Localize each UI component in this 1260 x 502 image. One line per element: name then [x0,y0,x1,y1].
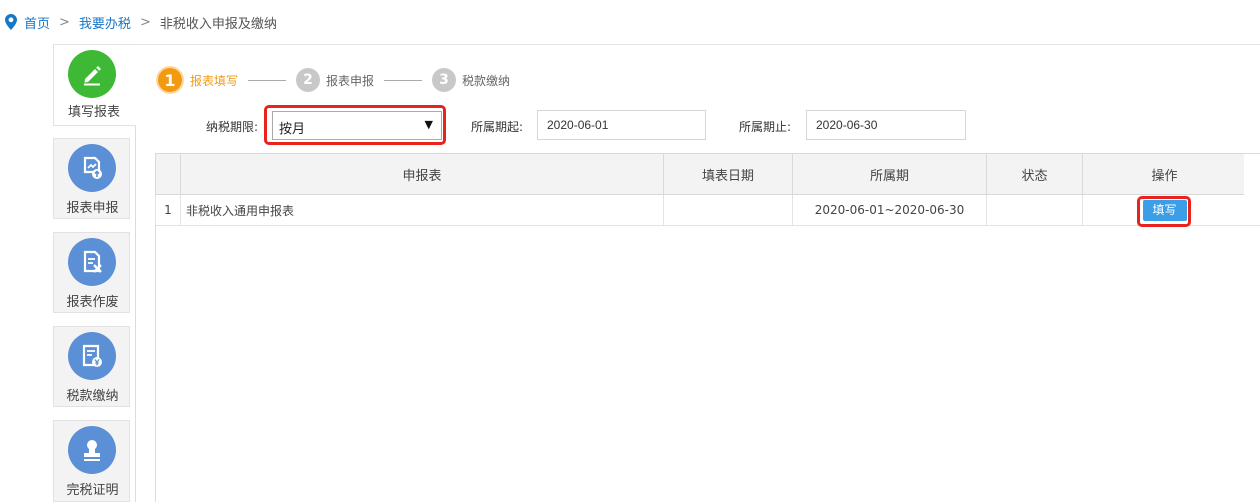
breadcrumb-current: 非税收入申报及缴纳 [159,16,277,32]
location-pin-icon [5,14,17,30]
fill-report-button[interactable]: 填写 [1142,199,1187,221]
sidebar-item-tax-certificate[interactable]: 完税证明 [53,420,130,502]
tax-payment-icon [68,332,116,380]
tax-period-value: 按月 [279,122,306,137]
step-number: 1 [156,66,184,94]
sidebar-item-label: 完税证明 [66,483,119,498]
dropdown-arrow-icon: ▼ [424,118,433,131]
step-label: 报表填写 [190,73,239,88]
report-upload-icon [68,144,116,192]
tax-period-label: 纳税期限: [206,120,259,134]
row-fill-date [663,194,793,226]
sidebar-item-report-submit[interactable]: 报表申报 [53,138,130,219]
sidebar-item-label: 税款缴纳 [66,389,119,404]
content-left-border [135,125,136,502]
content-top-border [136,44,1260,45]
sidebar-item-report-void[interactable]: 报表作废 [53,232,130,313]
step-report-submit: 2 报表申报 [296,68,374,92]
column-header-report: 申报表 [180,153,664,195]
breadcrumb-section-link[interactable]: 我要办税 [79,13,131,32]
period-end-input[interactable] [806,110,966,140]
step-number: 2 [296,68,321,92]
sidebar-item-label: 填写报表 [67,105,120,120]
table-right-edge [1244,153,1260,226]
sidebar-item-tax-payment[interactable]: 税款缴纳 [53,326,130,407]
row-report-name: 非税收入通用申报表 [180,194,664,226]
report-table: 申报表 填表日期 所属期 状态 操作 1 非税收入通用申报表 2020-06-0… [155,153,1247,226]
column-header-fill-date: 填表日期 [663,153,793,195]
period-start-input[interactable] [537,110,706,140]
report-void-icon [68,238,116,286]
step-tax-payment: 3 税款缴纳 [432,68,510,92]
sidebar-item-fill-report[interactable]: 填写报表 [53,44,136,126]
step-fill-report: 1 报表填写 [156,66,238,94]
column-header-action: 操作 [1082,153,1247,195]
stamp-icon [68,426,116,474]
tax-period-select[interactable]: 按月 ▼ [272,111,442,140]
row-status [986,194,1083,226]
period-end-label: 所属期止: [739,120,792,134]
row-period: 2020-06-01~2020-06-30 [792,194,987,226]
column-header-status: 状态 [986,153,1083,195]
step-connector [384,79,423,81]
row-action-cell: 填写 [1082,194,1247,226]
table-header-row: 申报表 填表日期 所属期 状态 操作 [155,153,1247,195]
row-index: 1 [155,194,181,226]
step-label: 税款缴纳 [462,73,511,88]
column-header-period: 所属期 [792,153,987,195]
table-row: 1 非税收入通用申报表 2020-06-01~2020-06-30 填写 [155,194,1247,226]
breadcrumb-home-link[interactable]: 首页 [24,13,50,32]
period-start-label: 所属期起: [471,120,524,134]
step-number: 3 [432,68,457,92]
edit-icon [68,50,116,98]
sidebar-item-label: 报表作废 [66,295,119,310]
step-label: 报表申报 [326,73,375,88]
column-header-index [155,153,181,195]
breadcrumb: 首页 > 我要办税 > 非税收入申报及缴纳 [5,13,277,32]
progress-steps: 1 报表填写 2 报表申报 3 税款缴纳 [156,66,510,94]
breadcrumb-separator: > [59,14,70,30]
content-area-border [155,225,156,502]
step-connector [248,79,287,81]
sidebar-item-label: 报表申报 [66,201,119,216]
breadcrumb-separator: > [139,14,151,30]
